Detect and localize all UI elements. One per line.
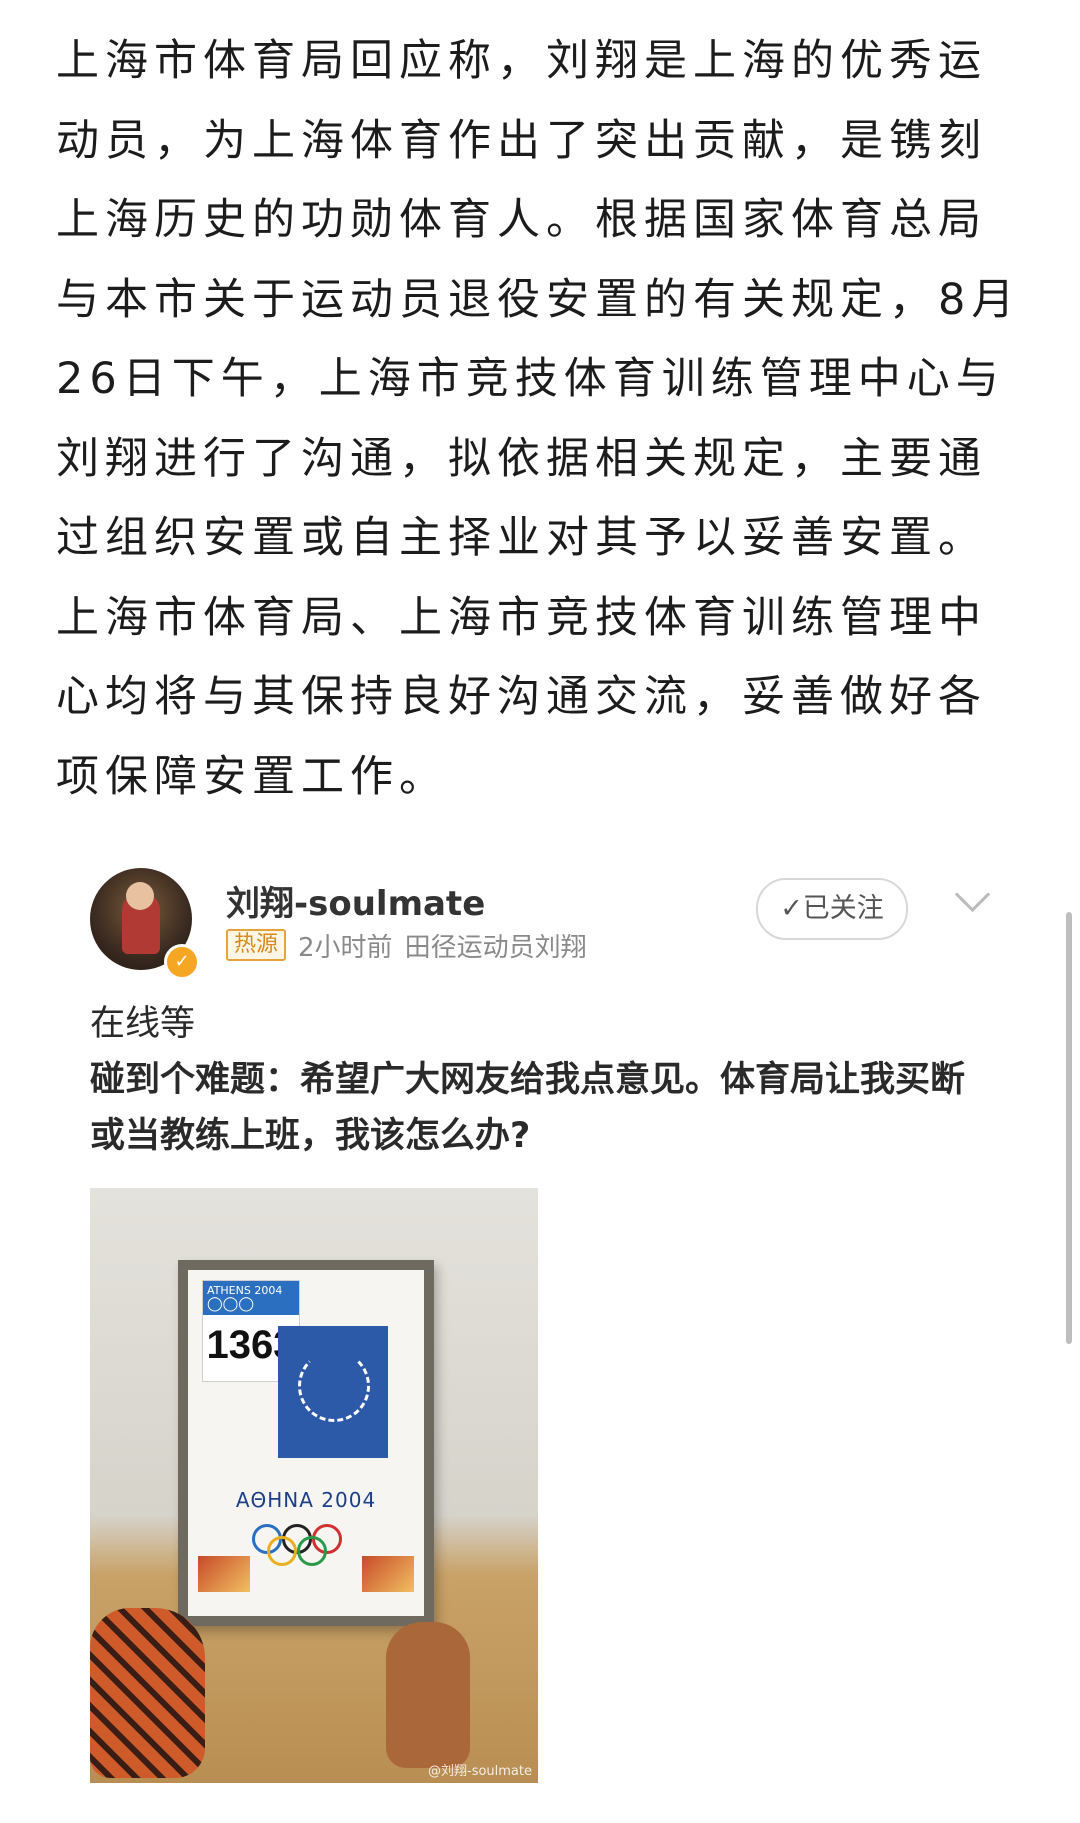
frame-photo-left [198,1556,250,1592]
follow-button[interactable]: ✓已关注 [756,878,908,940]
user-bio: 田径运动员刘翔 [404,932,587,963]
chevron-down-icon[interactable] [954,876,991,913]
photo-watermark: @刘翔-soulmate [428,1764,532,1779]
olympic-rings-icon: ◯◯◯ [207,1296,255,1312]
poster-caption: ΑΘΗΝΑ 2004 [235,1488,377,1512]
source-badge: 热源 [226,929,287,961]
picture-frame: ATHENS 2004 ◯◯◯ 1363 ΑΘΗΝΑ 2004 [178,1260,434,1626]
post-text-line-2: 碰到个难题：希望广大网友给我点意见。体育局让我买断或当教练上班，我该怎么办? [90,1060,966,1156]
athens-poster [278,1326,388,1458]
article-paragraph: 上海市体育局回应称，刘翔是上海的优秀运动员，为上海体育作出了突出贡献，是镌刻上海… [56,36,1021,802]
avatar-face [126,882,154,910]
post-text: 在线等 碰到个难题：希望广大网友给我点意见。体育局让我买断或当教练上班，我该怎么… [90,996,970,1164]
post-text-line-1: 在线等 [90,1004,196,1044]
weibo-post-card: ✓ 刘翔-soulmate 热源 2小时前 田径运动员刘翔 ✓已关注 在线等 碰… [76,848,1026,1823]
teddy-bear-plush [386,1622,470,1768]
olive-wreath-icon [298,1350,370,1422]
frame-photo-right [362,1556,414,1592]
scrollbar[interactable] [1066,912,1072,1344]
tiger-plush [90,1608,205,1778]
user-name[interactable]: 刘翔-soulmate [226,876,485,925]
olympic-rings-icon [252,1524,352,1566]
post-meta: 热源 2小时前 田径运动员刘翔 [226,928,587,963]
post-photo[interactable]: ATHENS 2004 ◯◯◯ 1363 ΑΘΗΝΑ 2004 @刘翔-soul… [90,1188,538,1783]
verified-badge-icon: ✓ [164,944,200,980]
post-time: 2小时前 [298,932,393,963]
